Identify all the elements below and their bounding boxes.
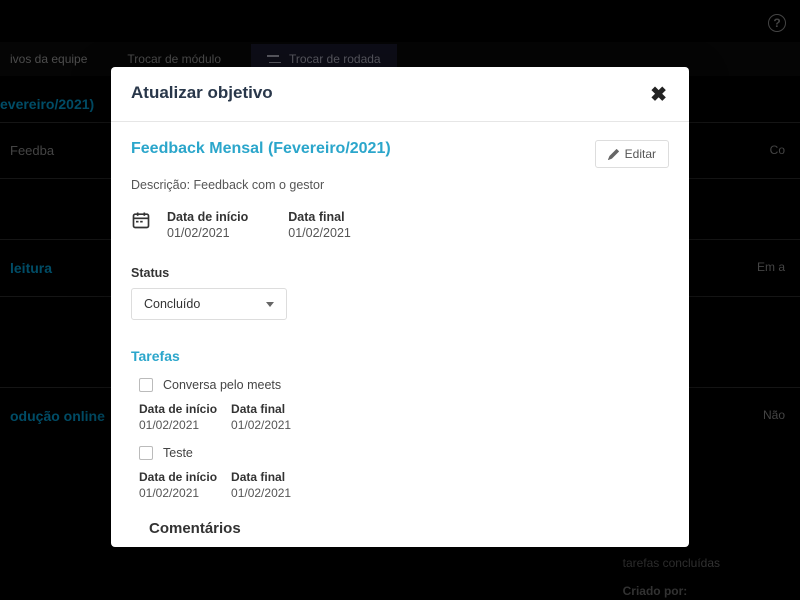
end-date-col: Data final 01/02/2021 (288, 210, 351, 240)
task-checkbox[interactable] (139, 378, 153, 392)
modal-overlay: Atualizar objetivo ✖ Feedback Mensal (Fe… (0, 0, 800, 600)
comments-section: Comentários 14/04/2021 - Gustavo Arantes (149, 520, 669, 547)
start-date-value: 01/02/2021 (167, 226, 248, 240)
task-checkbox[interactable] (139, 446, 153, 460)
end-date-label: Data final (288, 210, 351, 224)
modal-title: Atualizar objetivo (131, 83, 273, 103)
end-date-value: 01/02/2021 (288, 226, 351, 240)
pencil-icon (608, 149, 619, 160)
modal: Atualizar objetivo ✖ Feedback Mensal (Fe… (111, 67, 689, 547)
edit-label: Editar (625, 147, 656, 161)
modal-header: Atualizar objetivo ✖ (111, 67, 689, 122)
task-start-value: 01/02/2021 (139, 486, 217, 500)
task-start-label: Data de início (139, 402, 217, 416)
task-row: Teste (139, 446, 669, 460)
task-end-value: 01/02/2021 (231, 418, 291, 432)
tasks-title: Tarefas (131, 348, 669, 364)
objective-description: Descrição: Feedback com o gestor (131, 178, 669, 192)
task-dates: Data de início 01/02/2021 Data final 01/… (139, 402, 669, 432)
task-end-value: 01/02/2021 (231, 486, 291, 500)
status-value: Concluído (144, 297, 200, 311)
edit-button[interactable]: Editar (595, 140, 669, 168)
task-end-label: Data final (231, 470, 291, 484)
dates-row: Data de início 01/02/2021 Data final 01/… (131, 210, 669, 240)
start-date-col: Data de início 01/02/2021 (167, 210, 248, 240)
status-label: Status (131, 266, 669, 280)
modal-body: Feedback Mensal (Fevereiro/2021) Editar … (111, 122, 689, 547)
objective-header: Feedback Mensal (Fevereiro/2021) Editar (131, 140, 669, 168)
chevron-down-icon (266, 302, 274, 307)
task-text: Conversa pelo meets (163, 378, 281, 392)
task-dates: Data de início 01/02/2021 Data final 01/… (139, 470, 669, 500)
status-select[interactable]: Concluído (131, 288, 287, 320)
task-text: Teste (163, 446, 193, 460)
start-date-label: Data de início (167, 210, 248, 224)
task-start-label: Data de início (139, 470, 217, 484)
comments-title: Comentários (149, 520, 669, 537)
close-icon[interactable]: ✖ (648, 83, 669, 107)
task-end-label: Data final (231, 402, 291, 416)
task-row: Conversa pelo meets (139, 378, 669, 392)
calendar-icon (131, 210, 151, 230)
objective-title: Feedback Mensal (Fevereiro/2021) (131, 140, 391, 158)
task-start-value: 01/02/2021 (139, 418, 217, 432)
